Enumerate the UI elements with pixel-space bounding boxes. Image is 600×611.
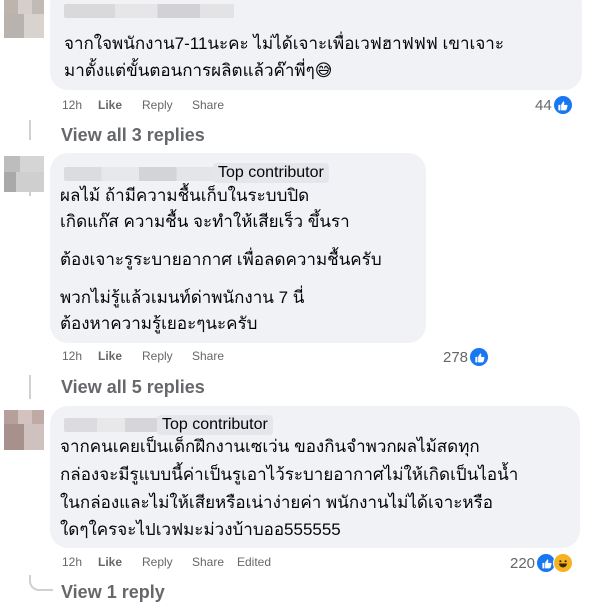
reaction-count: 44 <box>535 96 552 114</box>
comment-bubble: Top contributor ผลไม้ ถ้ามีความชื้นเก็บใ… <box>50 153 426 343</box>
author-name[interactable] <box>64 4 234 18</box>
avatar[interactable] <box>4 156 44 192</box>
view-replies-link[interactable]: View all 5 replies <box>61 377 205 398</box>
view-replies-link[interactable]: View 1 reply <box>61 582 165 603</box>
top-contributor-badge: Top contributor <box>157 415 273 435</box>
timestamp[interactable]: 12h <box>62 349 98 363</box>
top-contributor-badge: Top contributor <box>213 163 329 183</box>
reply-button[interactable]: Reply <box>142 349 192 363</box>
comment-actions: 12h Like Reply Share <box>62 98 237 112</box>
reaction-summary[interactable]: 44 <box>535 95 573 115</box>
edited-label: Edited <box>237 555 272 569</box>
like-button[interactable]: Like <box>98 555 142 569</box>
comment-text-line: กล่องจะมีรูแบบนี้ค่าเป็นรูเอาไว้ระบายอาก… <box>60 465 519 484</box>
reaction-summary[interactable]: 220 <box>510 553 574 573</box>
comment-text-line: จากใจพนักงาน7-11นะคะ ไม่ได้เจาะเพื่อเวฟฮ… <box>64 34 504 53</box>
reaction-summary[interactable]: 278 <box>443 347 490 367</box>
comment-text-line: ต้องหาความรู้เยอะๆนะครับ <box>60 314 258 333</box>
like-button[interactable]: Like <box>98 98 142 112</box>
reply-button[interactable]: Reply <box>142 555 192 569</box>
comment-text-line: ในกล่องและไม่ให้เสียหรือเน่าง่ายค่า พนัก… <box>60 493 493 512</box>
thread-line <box>29 375 31 399</box>
reply-button[interactable]: Reply <box>142 98 192 112</box>
share-button[interactable]: Share <box>192 98 237 112</box>
author-name[interactable] <box>64 167 214 181</box>
author-name[interactable] <box>64 418 158 432</box>
comment-actions: 12h Like Reply Share Edited <box>62 555 287 569</box>
reply-connector <box>29 575 53 591</box>
view-replies-link[interactable]: View all 3 replies <box>61 125 205 146</box>
share-button[interactable]: Share <box>192 555 237 569</box>
comment-text-line: ใดๆใครจะไปเวฟมะม่วงบ้าบออ555555 <box>60 520 341 539</box>
comment-text-line: ต้องเจาะรูระบายอากาศ เพื่อลดความชื้นครับ <box>60 250 382 269</box>
reaction-count: 278 <box>443 348 469 366</box>
comment-text-line: ผลไม้ ถ้ามีความชื้นเก็บในระบบปิด <box>60 186 310 205</box>
comment-text-line: มาตั้งแต่ขั้นตอนการผลิตแล้วค๊าพี่ๆ😅 <box>64 61 333 80</box>
comment-text-line: จากคนเคยเป็นเด็กฝึกงานเซเว่น ของกินจำพวก… <box>60 437 480 456</box>
reaction-count: 220 <box>510 554 536 572</box>
timestamp[interactable]: 12h <box>62 98 98 112</box>
timestamp[interactable]: 12h <box>62 555 98 569</box>
comment-bubble: จากใจพนักงาน7-11นะคะ ไม่ได้เจาะเพื่อเวฟฮ… <box>50 0 582 90</box>
like-reaction-icon <box>469 347 490 367</box>
like-button[interactable]: Like <box>98 349 142 363</box>
avatar[interactable] <box>4 410 44 450</box>
haha-reaction-icon <box>553 553 574 573</box>
comment-text-line: พวกไม่รู้แล้วเมนท์ด่าพนักงาน 7 นี่ <box>60 288 305 307</box>
avatar[interactable] <box>4 0 44 38</box>
share-button[interactable]: Share <box>192 349 237 363</box>
comment-text-line: เกิดแก๊ส ความชื้น จะทำให้เสียเร็ว ขึ้นรา <box>60 212 350 231</box>
comment-actions: 12h Like Reply Share <box>62 349 237 363</box>
comment-bubble: Top contributor จากคนเคยเป็นเด็กฝึกงานเซ… <box>50 406 580 548</box>
thread-line <box>29 120 31 140</box>
like-reaction-icon <box>552 95 573 115</box>
